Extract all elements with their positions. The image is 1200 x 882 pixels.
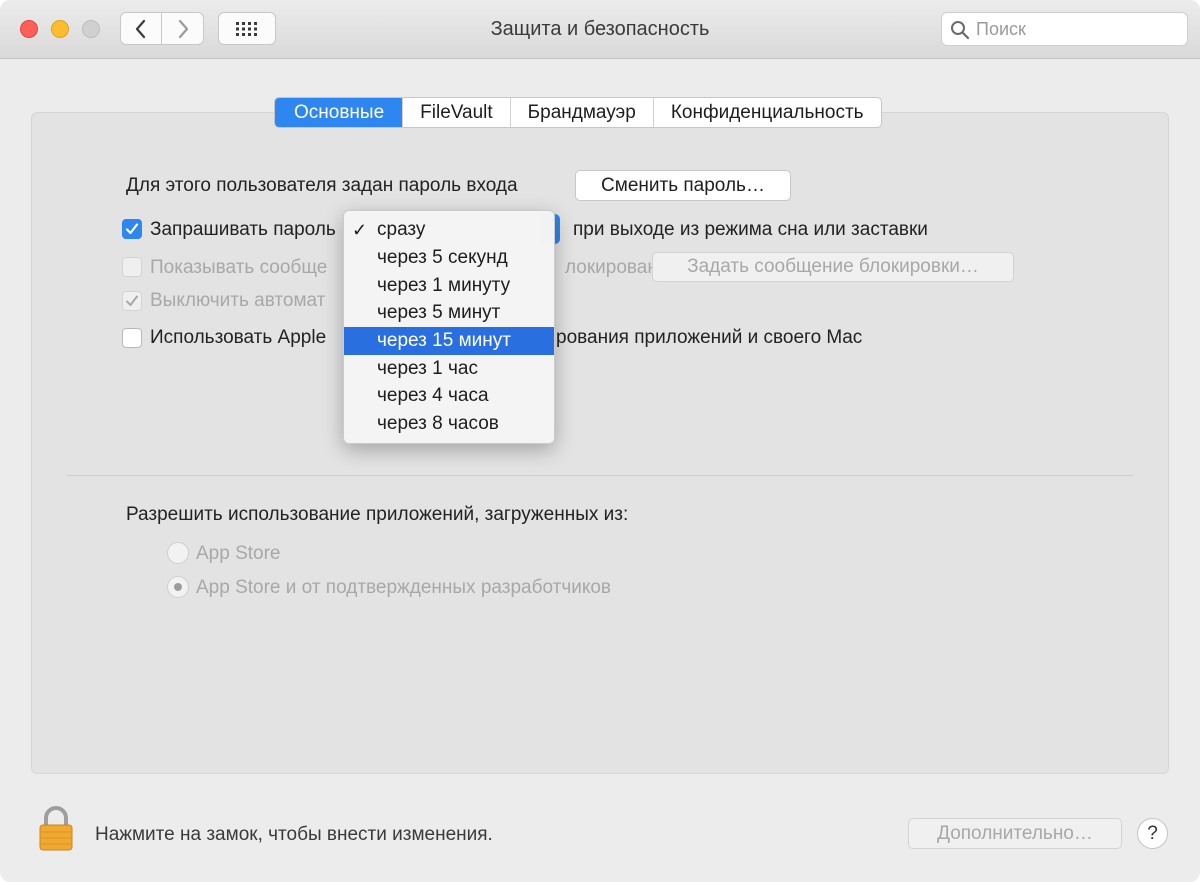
- help-button[interactable]: ?: [1137, 818, 1168, 849]
- password-delay-menu: ✓ сразу через 5 секунд через 1 минуту чер…: [343, 210, 555, 444]
- search-input[interactable]: [976, 17, 1176, 41]
- back-button[interactable]: [120, 12, 162, 45]
- app-store-and-identified-radio[interactable]: [167, 576, 189, 598]
- disable-autologin-checkbox[interactable]: [122, 291, 142, 311]
- show-message-label-start: Показывать сообще: [150, 257, 328, 278]
- app-store-and-identified-label: App Store и от подтвержденных разработчи…: [196, 577, 612, 598]
- window-title: Защита и безопасность: [490, 18, 710, 40]
- tab-firewall[interactable]: Брандмауэр: [511, 98, 654, 127]
- checkmark-icon: ✓: [352, 220, 368, 240]
- disable-autologin-label: Выключить автомат: [150, 290, 326, 311]
- tab-privacy[interactable]: Конфиденциальность: [654, 98, 881, 127]
- titlebar: Защита и безопасность: [0, 0, 1200, 59]
- checkmark-icon: [125, 223, 139, 235]
- show-message-checkbox[interactable]: [122, 257, 142, 277]
- menu-item[interactable]: через 1 час: [344, 355, 554, 383]
- set-lock-message-button[interactable]: Задать сообщение блокировки…: [652, 252, 1014, 282]
- menu-item[interactable]: через 5 секунд: [344, 244, 554, 272]
- menu-item[interactable]: через 4 часа: [344, 382, 554, 410]
- show-message-label-end: локирован: [565, 257, 658, 278]
- preferences-window: Защита и безопасность Основные FileVault…: [0, 0, 1200, 882]
- apple-watch-checkbox[interactable]: [122, 328, 142, 348]
- menu-item[interactable]: через 1 минуту: [344, 272, 554, 300]
- advanced-button[interactable]: Дополнительно…: [908, 818, 1122, 849]
- app-store-label: App Store: [196, 543, 281, 564]
- chevron-left-icon: [135, 19, 146, 38]
- password-status-text: Для этого пользователя задан пароль вход…: [126, 175, 518, 196]
- minimize-button[interactable]: [51, 20, 69, 38]
- tab-filevault[interactable]: FileVault: [403, 98, 511, 127]
- section-divider: [67, 475, 1133, 476]
- tab-bar: Основные FileVault Брандмауэр Конфиденци…: [274, 97, 882, 128]
- apple-watch-label-start: Использовать Apple: [150, 327, 327, 348]
- lock-button[interactable]: [38, 806, 74, 857]
- content-panel: [31, 112, 1169, 774]
- chevron-right-icon: [178, 19, 188, 38]
- show-all-button[interactable]: [218, 12, 276, 45]
- search-field[interactable]: [941, 12, 1188, 46]
- tab-general[interactable]: Основные: [275, 98, 404, 127]
- require-password-suffix: при выходе из режима сна или заставки: [573, 219, 928, 240]
- require-password-checkbox[interactable]: [122, 219, 142, 239]
- grid-icon: [236, 21, 257, 36]
- menu-item[interactable]: через 8 часов: [344, 410, 554, 438]
- require-password-label: Запрашивать пароль: [150, 219, 336, 240]
- change-password-button[interactable]: Сменить пароль…: [575, 170, 791, 201]
- search-icon: [951, 21, 970, 40]
- forward-button[interactable]: [162, 12, 204, 45]
- menu-item-selected[interactable]: через 15 минут: [344, 327, 554, 355]
- close-button[interactable]: [20, 20, 38, 38]
- downloads-heading: Разрешить использование приложений, загр…: [126, 504, 629, 525]
- app-store-radio[interactable]: [167, 542, 189, 564]
- lock-icon: [39, 806, 73, 851]
- zoom-button: [82, 20, 100, 38]
- menu-item[interactable]: ✓ сразу: [344, 216, 554, 244]
- menu-item[interactable]: через 5 минут: [344, 299, 554, 327]
- apple-watch-label-end: рования приложений и своего Mac: [556, 327, 863, 348]
- checkmark-icon: [126, 295, 138, 306]
- lock-hint-text: Нажмите на замок, чтобы внести изменения…: [95, 824, 493, 845]
